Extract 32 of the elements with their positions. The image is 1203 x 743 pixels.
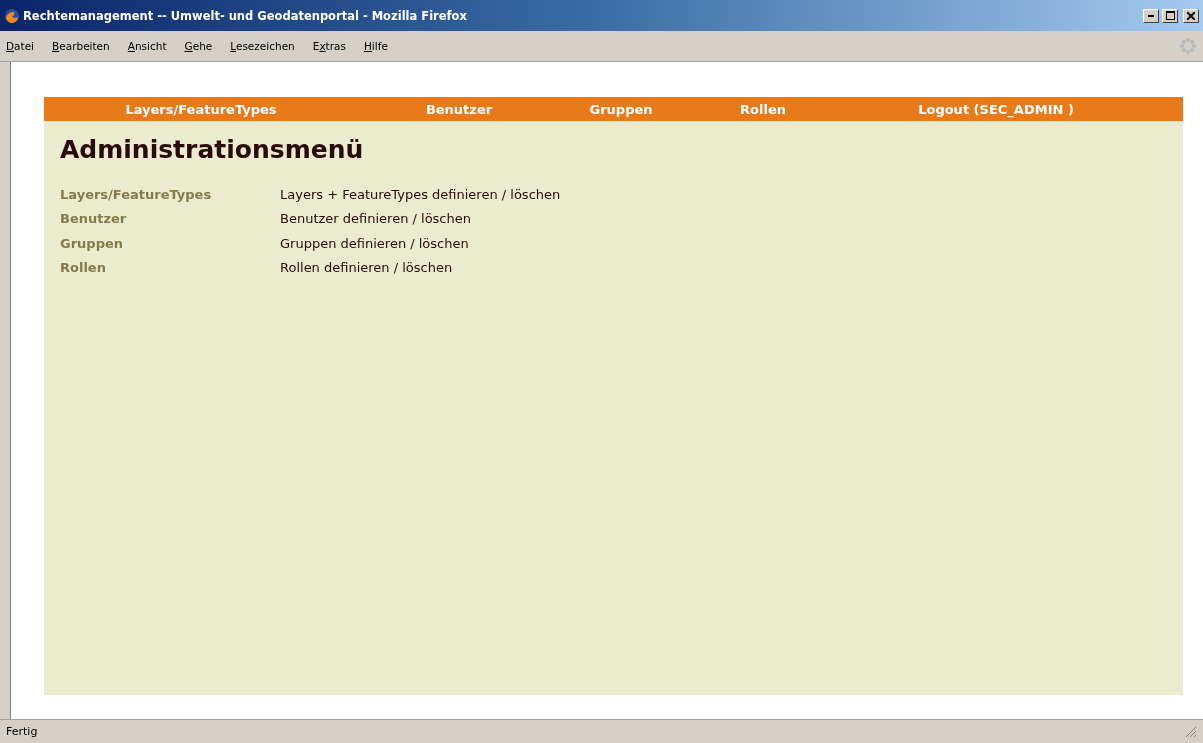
menu-item[interactable]: Extras: [312, 40, 355, 52]
link-description: Layers + FeatureTypes definieren / löschen: [280, 186, 562, 202]
menu-item[interactable]: Datei: [6, 40, 44, 52]
link-description: Benutzer definieren / löschen: [280, 211, 472, 227]
menu-link[interactable]: Rollen: [60, 260, 280, 276]
throbber-icon: [1179, 37, 1197, 55]
close-button[interactable]: [1183, 8, 1199, 23]
link-description: Gruppen definieren / löschen: [280, 235, 470, 251]
status-text: Fertig: [6, 725, 39, 738]
window-title: Rechtemanagement -- Umwelt- und Geodatenportal - Mozilla Firefox: [23, 8, 468, 23]
maximize-button[interactable]: [1162, 8, 1178, 23]
nav-link[interactable]: Rollen: [682, 101, 844, 117]
menu-link[interactable]: Benutzer: [60, 211, 280, 227]
maximize-icon: [1165, 11, 1175, 20]
menu-link[interactable]: Layers/FeatureTypes: [60, 186, 280, 202]
menu-item[interactable]: Gehe: [184, 40, 222, 52]
menu-item[interactable]: Lesezeichen: [230, 40, 304, 52]
resize-grip-icon: [1185, 725, 1197, 738]
link-description: Rollen definieren / löschen: [280, 260, 454, 276]
minimize-button[interactable]: [1143, 8, 1159, 23]
nav-link[interactable]: Benutzer: [358, 101, 560, 117]
nav-link[interactable]: Layers/FeatureTypes: [44, 101, 358, 117]
page-heading: Administrationsmenü: [60, 135, 365, 164]
menu-item[interactable]: Ansicht: [127, 40, 176, 52]
menu-link[interactable]: Gruppen: [60, 235, 280, 251]
menu-item[interactable]: Hilfe: [363, 40, 397, 52]
minimize-icon: [1148, 14, 1154, 17]
browser-logo-icon: [4, 7, 20, 24]
menu-item[interactable]: Bearbeiten: [52, 40, 119, 52]
close-icon: [1187, 11, 1195, 20]
nav-link[interactable]: Gruppen: [560, 101, 682, 117]
nav-link[interactable]: Logout (SEC_ADMIN ): [844, 101, 1148, 117]
